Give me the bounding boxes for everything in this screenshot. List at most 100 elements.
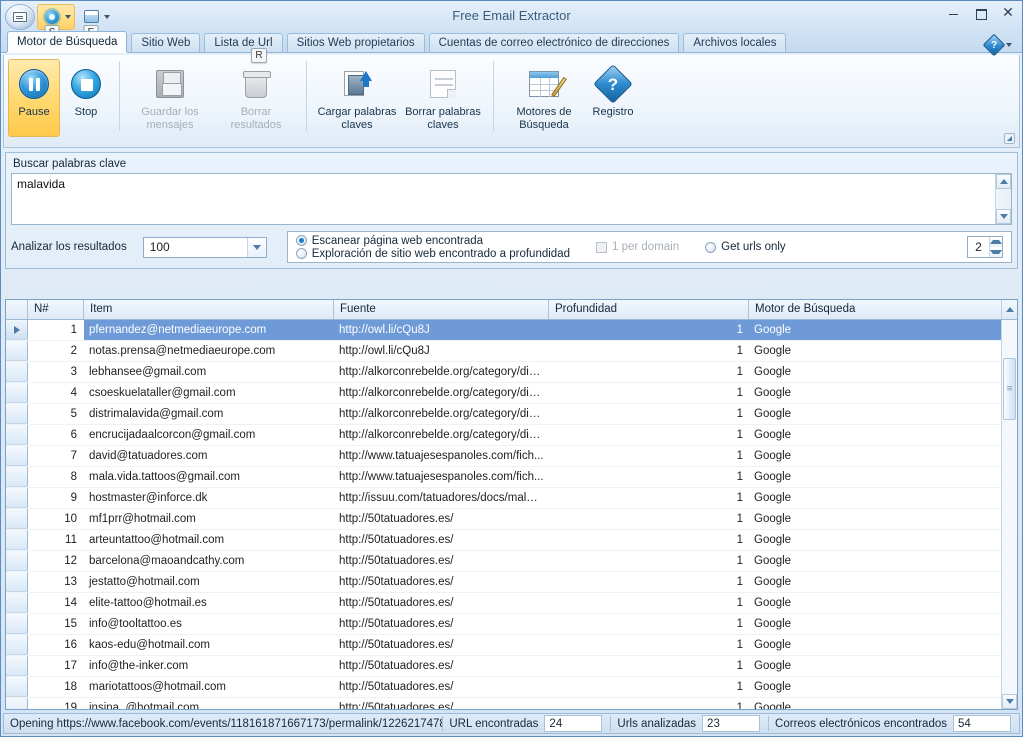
row-selector[interactable] (6, 425, 28, 445)
help-button[interactable]: ? (982, 33, 1012, 57)
table-row[interactable]: 17 info@the-inker.com http://50tatuadores.… (6, 656, 1017, 677)
tab-archivos-locales[interactable]: Archivos locales (683, 33, 787, 52)
grid-header-item[interactable]: Item (84, 300, 334, 319)
row-selector[interactable] (6, 530, 28, 550)
table-row[interactable]: 1 pfernandez@netmediaeurope.com http://owl… (6, 320, 1017, 341)
table-row[interactable]: 10 mf1prr@hotmail.com http://50tatuadores.… (6, 509, 1017, 530)
radio-scan-site[interactable]: Exploración de sitio web encontrado a pr… (295, 248, 570, 260)
save-messages-button[interactable]: Guardar los mensajes (127, 59, 213, 137)
cell-profundidad: 1 (736, 450, 743, 462)
dialog-launcher-icon[interactable] (1004, 133, 1015, 144)
keywords-value[interactable]: malavida (12, 174, 1011, 194)
table-row[interactable]: 11 arteuntattoo@hotmail.com http://50tatua… (6, 530, 1017, 551)
table-row[interactable]: 16 kaos-edu@hotmail.com http://50tatuadore… (6, 635, 1017, 656)
grid-scroll-down-icon[interactable] (1002, 694, 1017, 709)
cell-num: 6 (28, 425, 84, 445)
keywords-input[interactable]: malavida (11, 173, 1012, 225)
table-row[interactable]: 7 david@tatuadores.com http://www.tatuajes… (6, 446, 1017, 467)
grid-scroll-up-icon[interactable] (1001, 300, 1017, 319)
depth-stepper-buttons[interactable] (989, 237, 1002, 257)
cell-profundidad: 1 (736, 555, 743, 567)
radio-get-urls-only-icon[interactable] (705, 241, 717, 253)
row-selector[interactable] (6, 404, 28, 424)
chevron-down-icon-help[interactable] (1006, 43, 1012, 47)
grid-header-num[interactable]: N# (28, 300, 84, 319)
radio-scan-site-icon[interactable] (295, 248, 307, 259)
grid-rows-container: 1 pfernandez@netmediaeurope.com http://owl… (6, 320, 1017, 709)
chevron-down-icon-2[interactable] (104, 14, 110, 19)
table-row[interactable]: 19 insina_@hotmail.com http://50tatuadores… (6, 698, 1017, 709)
analyze-results-select[interactable]: 100 (142, 236, 267, 258)
scroll-up-icon[interactable] (996, 174, 1011, 189)
row-selector[interactable] (6, 320, 28, 340)
checkbox-one-per-domain-icon[interactable] (596, 241, 607, 253)
qat-group-window[interactable]: E (77, 5, 113, 40)
application-menu-button[interactable] (5, 3, 35, 30)
clear-keywords-button[interactable]: Borrar palabras claves (400, 59, 486, 137)
radio-scan-page[interactable]: Escanear página web encontrada (295, 235, 570, 247)
table-row[interactable]: 4 csoeskuelataller@gmail.com http://alkorc… (6, 383, 1017, 404)
table-row[interactable]: 8 mala.vida.tattoos@gmail.com http://www.t… (6, 467, 1017, 488)
grid-header-profundidad[interactable]: Profundidad (549, 300, 749, 319)
row-selector[interactable] (6, 383, 28, 403)
row-selector[interactable] (6, 635, 28, 655)
row-selector[interactable] (6, 656, 28, 676)
cell-num: 2 (28, 341, 84, 361)
checkbox-one-per-domain[interactable]: 1 per domain (596, 241, 679, 253)
row-selector[interactable] (6, 341, 28, 361)
radio-scan-page-icon[interactable] (295, 235, 307, 246)
table-row[interactable]: 14 elite-tattoo@hotmail.es http://50tatuad… (6, 593, 1017, 614)
radio-get-urls-only[interactable]: Get urls only (705, 241, 786, 253)
table-row[interactable]: 18 mariotattoos@hotmail.com http://50tatua… (6, 677, 1017, 698)
row-selector[interactable] (6, 446, 28, 466)
table-row[interactable]: 6 encrucijadaalcorcon@gmail.com http://alk… (6, 425, 1017, 446)
row-selector[interactable] (6, 677, 28, 697)
window-icon[interactable]: E (80, 6, 102, 40)
keywords-scrollbar[interactable] (995, 174, 1011, 224)
tab-sitio-web[interactable]: Sitio Web (131, 33, 201, 52)
row-selector[interactable] (6, 488, 28, 508)
table-row[interactable]: 13 jestatto@hotmail.com http://50tatuadore… (6, 572, 1017, 593)
depth-increment-icon[interactable] (990, 237, 1002, 247)
row-selector[interactable] (6, 614, 28, 634)
qat-group-settings[interactable]: S (37, 3, 75, 40)
clear-results-button[interactable]: Borrar resultados (213, 59, 299, 137)
minimize-button[interactable] (946, 5, 962, 21)
stop-button[interactable]: Stop (60, 59, 112, 137)
row-selector[interactable] (6, 698, 28, 709)
maximize-button[interactable] (973, 5, 989, 21)
depth-value[interactable]: 2 (968, 240, 989, 254)
table-row[interactable]: 9 hostmaster@inforce.dk http://issuu.com/t… (6, 488, 1017, 509)
search-engines-label: Motores de Búsqueda (516, 106, 572, 131)
pause-button[interactable]: Pause (8, 59, 60, 137)
depth-decrement-icon[interactable] (990, 247, 1002, 257)
grid-header-fuente[interactable]: Fuente (334, 300, 549, 319)
tab-motor-de-busqueda[interactable]: Motor de Búsqueda (7, 31, 128, 52)
row-selector[interactable] (6, 509, 28, 529)
tab-lista-de-url[interactable]: Lista de Url (204, 33, 283, 52)
row-selector[interactable] (6, 467, 28, 487)
table-row[interactable]: 3 lebhansee@gmail.com http://alkorconrebel… (6, 362, 1017, 383)
gear-icon[interactable]: S (41, 6, 63, 40)
row-selector[interactable] (6, 551, 28, 571)
grid-header-motor[interactable]: Motor de Búsqueda (749, 300, 1001, 319)
row-selector[interactable] (6, 593, 28, 613)
table-row[interactable]: 15 info@tooltattoo.es http://50tatuadores.… (6, 614, 1017, 635)
grid-vertical-scrollbar[interactable] (1001, 320, 1017, 709)
scroll-down-icon[interactable] (996, 209, 1011, 224)
close-button[interactable]: ✕ (1000, 5, 1016, 21)
load-keywords-button[interactable]: Cargar palabras claves (314, 59, 400, 137)
table-row[interactable]: 2 notas.prensa@netmediaeurope.com http://o… (6, 341, 1017, 362)
tab-cuentas-de-correo[interactable]: Cuentas de correo electrónico de direcci… (428, 33, 680, 52)
row-selector[interactable] (6, 362, 28, 382)
table-row[interactable]: 5 distrimalavida@gmail.com http://alkorcon… (6, 404, 1017, 425)
chevron-down-icon-combo[interactable] (246, 237, 266, 257)
registro-button[interactable]: ? Registro (587, 59, 639, 137)
tab-sitios-web-propietarios[interactable]: Sitios Web propietarios (286, 33, 425, 52)
search-engines-button[interactable]: Motores de Búsqueda (501, 59, 587, 137)
chevron-down-icon[interactable] (65, 14, 71, 19)
row-selector[interactable] (6, 572, 28, 592)
table-row[interactable]: 12 barcelona@maoandcathy.com http://50tatu… (6, 551, 1017, 572)
grid-scroll-thumb[interactable] (1003, 358, 1016, 420)
depth-stepper[interactable]: 2 (967, 236, 1003, 258)
